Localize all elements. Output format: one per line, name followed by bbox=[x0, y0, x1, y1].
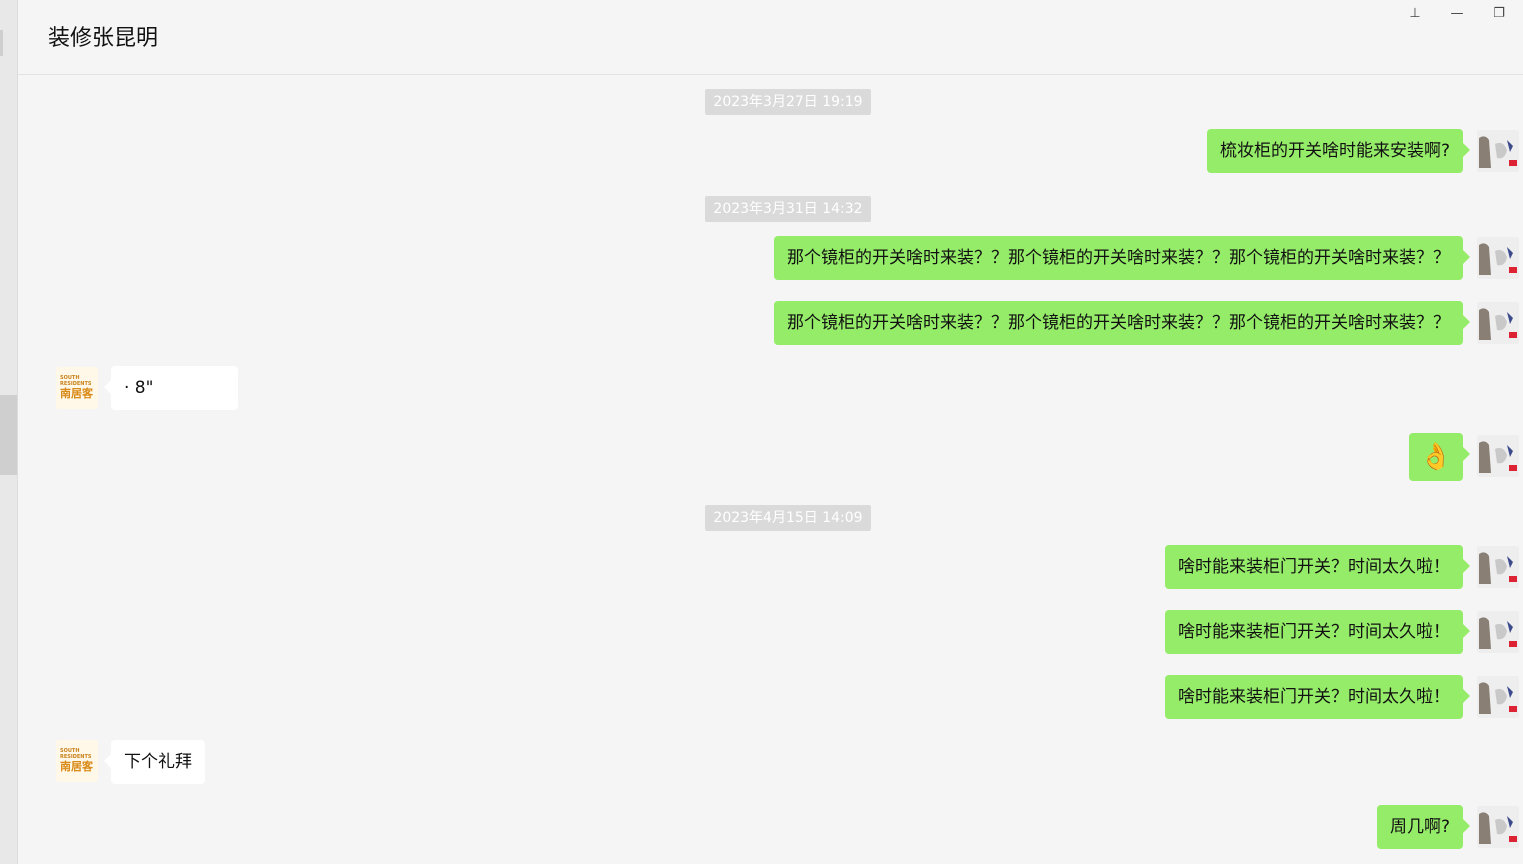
contact-avatar[interactable]: SOUTH RESIDENTS 南居客 bbox=[56, 740, 98, 782]
my-avatar[interactable] bbox=[1477, 546, 1519, 588]
message-bubble-sent[interactable]: 周几啊? bbox=[1376, 805, 1471, 849]
pin-icon[interactable]: ⊥ bbox=[1405, 4, 1425, 22]
timestamp: 2023年4月15日 14:09 bbox=[705, 505, 871, 531]
message-bubble-sent[interactable]: 啥时能来装柜门开关？时间太久啦！ bbox=[1165, 610, 1470, 654]
chat-title: 装修张昆明 bbox=[48, 26, 159, 51]
sidebar-edge bbox=[0, 0, 18, 864]
window-controls: ⊥ — ❐ bbox=[1405, 4, 1509, 22]
minimize-icon[interactable]: — bbox=[1447, 4, 1467, 22]
timestamp: 2023年3月31日 14:32 bbox=[705, 196, 871, 222]
restore-icon[interactable]: ❐ bbox=[1489, 4, 1509, 22]
timestamp: 2023年3月27日 19:19 bbox=[705, 89, 871, 115]
message-bubble-received[interactable]: 下个礼拜 bbox=[104, 740, 205, 784]
message-bubble-sent[interactable]: 👌 bbox=[1409, 433, 1470, 481]
message-bubble-sent[interactable]: 啥时能来装柜门开关？时间太久啦！ bbox=[1165, 545, 1470, 589]
message-bubble-sent[interactable]: 那个镜柜的开关啥时来装？？那个镜柜的开关啥时来装？？那个镜柜的开关啥时来装？？ bbox=[774, 301, 1470, 345]
my-avatar[interactable] bbox=[1477, 435, 1519, 477]
message-bubble-sent[interactable]: 那个镜柜的开关啥时来装？？那个镜柜的开关啥时来装？？那个镜柜的开关啥时来装？？ bbox=[774, 236, 1470, 280]
my-avatar[interactable] bbox=[1477, 806, 1519, 848]
message-list[interactable]: 2023年3月27日 19:19 梳妆柜的开关啥时能来安装啊? 2023年3月3… bbox=[18, 75, 1523, 864]
sidebar-scrollbar-thumb[interactable] bbox=[0, 395, 17, 475]
avatar-brand: 南居客 bbox=[60, 386, 94, 400]
sidebar-notch bbox=[0, 30, 3, 56]
message-bubble-received[interactable]: · 8" bbox=[104, 366, 238, 410]
my-avatar[interactable] bbox=[1477, 611, 1519, 653]
my-avatar[interactable] bbox=[1477, 676, 1519, 718]
chat-header: 装修张昆明 ⊥ — ❐ bbox=[18, 0, 1523, 75]
ok-hand-icon: 👌 bbox=[1419, 442, 1453, 472]
my-avatar[interactable] bbox=[1477, 130, 1519, 172]
contact-avatar[interactable]: SOUTH RESIDENTS 南居客 bbox=[56, 367, 98, 409]
message-bubble-sent[interactable]: 梳妆柜的开关啥时能来安装啊? bbox=[1206, 129, 1471, 173]
message-bubble-sent[interactable]: 啥时能来装柜门开关？时间太久啦！ bbox=[1165, 675, 1470, 719]
my-avatar[interactable] bbox=[1477, 302, 1519, 344]
my-avatar[interactable] bbox=[1477, 237, 1519, 279]
avatar-brand: 南居客 bbox=[60, 759, 94, 773]
